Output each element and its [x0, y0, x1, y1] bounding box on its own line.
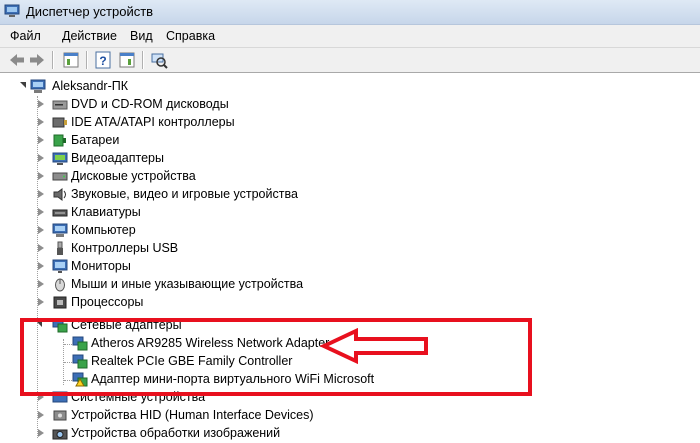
svg-text:?: ?	[99, 54, 106, 68]
tree-item-label: DVD и CD-ROM дисководы	[71, 97, 229, 111]
computer-icon	[30, 79, 46, 93]
tree-item-ide[interactable]: IDE ATA/ATAPI контроллеры	[0, 114, 400, 132]
highlight-box	[20, 318, 532, 396]
tree-item-label: Мыши и иные указывающие устройства	[71, 277, 304, 291]
tree-item-label: Устройства обработки изображений	[71, 426, 281, 440]
tree-root[interactable]: Aleksandr-ПК	[0, 78, 300, 96]
forward-icon[interactable]	[28, 51, 46, 69]
expand-arrow-icon[interactable]	[38, 280, 44, 288]
tree-item-label: Дисковые устройства	[71, 169, 196, 183]
imaging-device-icon	[52, 429, 68, 440]
expand-arrow-icon[interactable]	[38, 136, 44, 144]
toolbar: ?	[0, 48, 700, 73]
mouse-icon	[55, 278, 65, 292]
tree-item-label: Устройства HID (Human Interface Devices)	[71, 408, 314, 422]
expand-arrow-icon[interactable]	[38, 100, 44, 108]
keyboard-icon	[52, 209, 68, 217]
tree-item-imaging[interactable]: Устройства обработки изображений	[0, 425, 400, 443]
tree-item-label: Процессоры	[71, 295, 144, 309]
scan-hardware-icon[interactable]	[150, 51, 168, 69]
tree-item-display[interactable]: Видеоадаптеры	[0, 150, 400, 168]
expand-arrow-icon[interactable]	[38, 429, 44, 437]
tree-item-keyboards[interactable]: Клавиатуры	[0, 204, 400, 222]
processor-icon	[53, 296, 67, 309]
tree-item-hid[interactable]: Устройства HID (Human Interface Devices)	[0, 407, 400, 425]
computer-icon	[52, 223, 68, 237]
menu-action[interactable]: Действие	[62, 29, 117, 43]
tree-item-label: Компьютер	[71, 223, 136, 237]
properties-icon[interactable]	[62, 51, 80, 69]
battery-icon	[53, 134, 66, 147]
tree-item-monitors[interactable]: Мониторы	[0, 258, 400, 276]
expand-arrow-icon[interactable]	[38, 411, 44, 419]
title-bar: Диспетчер устройств	[0, 0, 700, 25]
tree-item-label: Контроллеры USB	[71, 241, 179, 255]
hid-device-icon	[53, 410, 67, 421]
toolbar-separator	[142, 51, 144, 69]
tree-item-label: Клавиатуры	[71, 205, 141, 219]
help-icon[interactable]: ?	[94, 51, 112, 69]
expand-arrow-icon[interactable]	[38, 262, 44, 270]
menu-file[interactable]: Файл	[10, 29, 41, 43]
annotation-arrow-icon	[320, 328, 428, 365]
menu-help[interactable]: Справка	[166, 29, 215, 43]
window-title: Диспетчер устройств	[26, 4, 154, 19]
expand-arrow-icon[interactable]	[38, 208, 44, 216]
tree-item-usb[interactable]: Контроллеры USB	[0, 240, 400, 258]
tree-item-label: Видеоадаптеры	[71, 151, 164, 165]
expand-arrow-icon[interactable]	[38, 154, 44, 162]
expand-arrow-icon[interactable]	[38, 190, 44, 198]
tree-item-processors[interactable]: Процессоры	[0, 294, 400, 312]
usb-controller-icon	[57, 241, 63, 255]
menu-bar: Файл Действие Вид Справка	[0, 25, 700, 48]
device-manager-icon	[4, 4, 20, 17]
disk-drive-icon	[52, 172, 68, 181]
toolbar-separator	[52, 51, 54, 69]
collapse-arrow-icon[interactable]	[20, 82, 26, 88]
back-icon[interactable]	[8, 51, 26, 69]
expand-arrow-icon[interactable]	[38, 226, 44, 234]
tree-root-label: Aleksandr-ПК	[52, 79, 129, 93]
properties-alt-icon[interactable]	[118, 51, 136, 69]
expand-arrow-icon[interactable]	[38, 298, 44, 306]
tree-item-computer[interactable]: Компьютер	[0, 222, 400, 240]
tree-item-disk[interactable]: Дисковые устройства	[0, 168, 400, 186]
display-adapter-icon	[52, 152, 68, 165]
expand-arrow-icon[interactable]	[38, 244, 44, 252]
tree-item-label: Звуковые, видео и игровые устройства	[71, 187, 298, 201]
ide-controller-icon	[52, 117, 67, 128]
tree-item-label: IDE ATA/ATAPI контроллеры	[71, 115, 235, 129]
expand-arrow-icon[interactable]	[38, 172, 44, 180]
toolbar-separator	[86, 51, 88, 69]
tree-item-sound[interactable]: Звуковые, видео и игровые устройства	[0, 186, 400, 204]
tree-item-dvd[interactable]: DVD и CD-ROM дисководы	[0, 96, 400, 114]
tree-item-batteries[interactable]: Батареи	[0, 132, 400, 150]
dvd-drive-icon	[52, 100, 68, 110]
menu-view[interactable]: Вид	[130, 29, 153, 43]
monitor-icon	[52, 259, 68, 273]
tree-item-label: Мониторы	[71, 259, 131, 273]
tree-item-mice[interactable]: Мыши и иные указывающие устройства	[0, 276, 400, 294]
sound-device-icon	[53, 188, 66, 201]
expand-arrow-icon[interactable]	[38, 118, 44, 126]
tree-item-label: Батареи	[71, 133, 120, 147]
